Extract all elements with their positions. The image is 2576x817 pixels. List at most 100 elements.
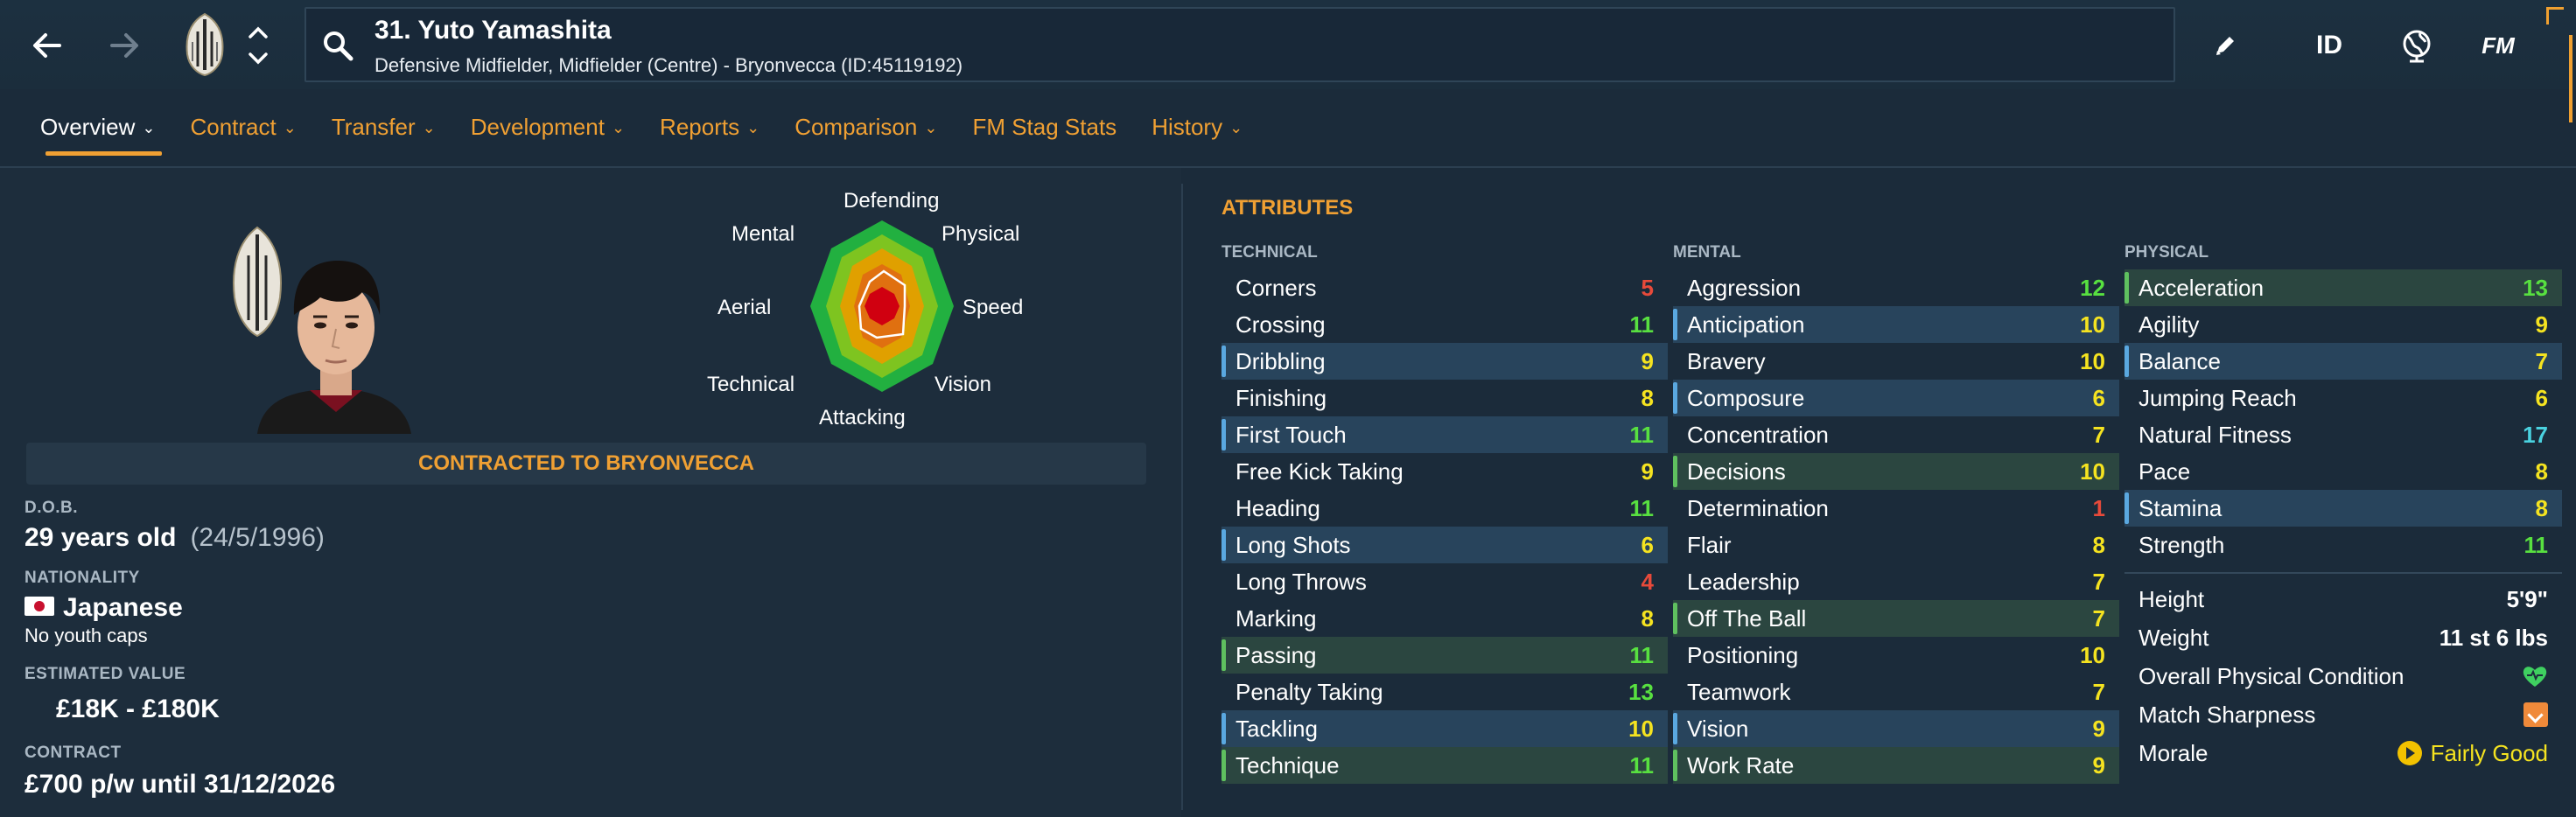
attribute-row[interactable]: Long Shots 6 [1222, 527, 1668, 563]
attribute-row[interactable]: Composure 6 [1673, 380, 2119, 416]
attribute-row[interactable]: Jumping Reach 6 [2124, 380, 2562, 416]
attribute-name: Anticipation [1687, 311, 1805, 338]
attribute-name: Work Rate [1687, 751, 1795, 779]
physical-attributes: Acceleration 13 Agility 9 Balance 7 Jumping Re… [2124, 269, 2562, 563]
attribute-value: 6 [2535, 384, 2548, 411]
attribute-row[interactable]: Leadership 7 [1673, 563, 2119, 600]
attribute-name: Determination [1687, 494, 1829, 521]
attribute-row[interactable]: Finishing 8 [1222, 380, 1668, 416]
attribute-row[interactable]: Anticipation 10 [1673, 306, 2119, 343]
attribute-row[interactable]: Free Kick Taking 9 [1222, 453, 1668, 490]
attribute-value: 4 [1641, 568, 1654, 595]
nationality-value[interactable]: Japanese [24, 593, 183, 623]
attribute-row[interactable]: Off The Ball 7 [1673, 600, 2119, 637]
heart-icon [2522, 664, 2548, 688]
player-subtitle: Defensive Midfielder, Midfielder (Centre… [374, 54, 963, 76]
height-row: Height 5'9" [2124, 581, 2562, 618]
tab-transfer[interactable]: Transfer ⌄ [314, 105, 453, 152]
attribute-row[interactable]: Determination 1 [1673, 490, 2119, 527]
attribute-name: Long Shots [1236, 531, 1351, 558]
weight-row: Weight 11 st 6 lbs [2124, 619, 2562, 656]
radar-label-mental: Mental [732, 222, 795, 246]
attribute-value: 5 [1641, 274, 1654, 301]
edit-icon[interactable] [2207, 23, 2244, 68]
attribute-name: Concentration [1687, 421, 1829, 448]
attribute-row[interactable]: Natural Fitness 17 [2124, 416, 2562, 453]
attribute-row[interactable]: Strength 11 [2124, 527, 2562, 563]
attribute-row[interactable]: Dribbling 9 [1222, 343, 1668, 380]
attribute-value: 9 [2092, 751, 2105, 779]
attribute-row[interactable]: Balance 7 [2124, 343, 2562, 380]
attribute-value: 11 [1629, 751, 1655, 779]
attribute-row[interactable]: Corners 5 [1222, 269, 1668, 306]
attribute-row[interactable]: Positioning 10 [1673, 637, 2119, 674]
attribute-row[interactable]: Heading 11 [1222, 490, 1668, 527]
attribute-row[interactable]: Tackling 10 [1222, 710, 1668, 747]
height-value: 5'9" [2506, 585, 2548, 612]
tab-comparison[interactable]: Comparison ⌄ [777, 105, 955, 152]
age-text: 29 years old [24, 523, 177, 552]
attribute-name: Dribbling [1236, 347, 1326, 374]
attribute-name: Vision [1687, 715, 1749, 742]
attribute-row[interactable]: Vision 9 [1673, 710, 2119, 747]
attribute-row[interactable]: Bravery 10 [1673, 343, 2119, 380]
radar-label-vision: Vision [934, 373, 991, 396]
attribute-row[interactable]: Marking 8 [1222, 600, 1668, 637]
forward-arrow-icon[interactable] [96, 19, 152, 72]
tab-history[interactable]: History ⌄ [1134, 105, 1260, 152]
club-crest-icon[interactable] [180, 12, 229, 77]
search-icon[interactable] [320, 28, 355, 63]
radar-label-speed: Speed [962, 296, 1024, 319]
attribute-radar: Defending Physical Speed Vision Attackin… [690, 184, 1057, 437]
globe-icon[interactable] [2394, 23, 2440, 68]
attribute-row[interactable]: Work Rate 9 [1673, 747, 2119, 784]
attribute-name: Acceleration [2138, 274, 2264, 301]
attribute-value: 10 [2080, 641, 2105, 668]
attribute-name: Flair [1687, 531, 1732, 558]
chevron-down-icon: ⌄ [1229, 119, 1243, 136]
player-search-box[interactable]: 31. Yuto Yamashita Defensive Midfielder,… [304, 7, 2175, 82]
attribute-row[interactable]: Long Throws 4 [1222, 563, 1668, 600]
attribute-row[interactable]: Passing 11 [1222, 637, 1668, 674]
attribute-row[interactable]: Aggression 12 [1673, 269, 2119, 306]
tab-development[interactable]: Development ⌄ [453, 105, 642, 152]
attribute-value: 9 [2535, 311, 2548, 338]
attribute-row[interactable]: Penalty Taking 13 [1222, 674, 1668, 710]
sharpness-row: Match Sharpness [2124, 696, 2562, 733]
sharpness-icon [2524, 702, 2548, 727]
attribute-row[interactable]: First Touch 11 [1222, 416, 1668, 453]
attribute-value: 7 [2535, 347, 2548, 374]
attribute-row[interactable]: Concentration 7 [1673, 416, 2119, 453]
tab-contract[interactable]: Contract ⌄ [172, 105, 313, 152]
tab-reports[interactable]: Reports ⌄ [642, 105, 777, 152]
tab-fm-stag-stats[interactable]: FM Stag Stats [955, 105, 1134, 152]
attribute-name: Positioning [1687, 641, 1799, 668]
weight-label: Weight [2138, 624, 2209, 651]
attribute-row[interactable]: Technique 11 [1222, 747, 1668, 784]
attribute-row[interactable]: Crossing 11 [1222, 306, 1668, 343]
attribute-name: Stamina [2138, 494, 2222, 521]
technical-header: TECHNICAL [1222, 243, 1318, 262]
attribute-row[interactable]: Teamwork 7 [1673, 674, 2119, 710]
fm-button[interactable]: FM [2468, 23, 2529, 68]
morale-icon [2397, 741, 2422, 765]
attribute-name: Balance [2138, 347, 2221, 374]
attribute-value: 7 [2092, 568, 2105, 595]
attribute-row[interactable]: Pace 8 [2124, 453, 2562, 490]
tab-overview[interactable]: Overview ⌄ [23, 105, 172, 156]
attribute-row[interactable]: Decisions 10 [1673, 453, 2119, 490]
attributes-title: ATTRIBUTES [1222, 196, 1354, 220]
attribute-name: Composure [1687, 384, 1805, 411]
id-button[interactable]: ID [2301, 23, 2357, 68]
dob-value: 29 years old (24/5/1996) [24, 523, 325, 553]
attribute-row[interactable]: Flair 8 [1673, 527, 2119, 563]
attribute-name: Teamwork [1687, 678, 1791, 705]
attribute-name: Passing [1236, 641, 1317, 668]
attribute-row[interactable]: Stamina 8 [2124, 490, 2562, 527]
attribute-row[interactable]: Agility 9 [2124, 306, 2562, 343]
chevron-up-down-icon[interactable] [243, 21, 273, 70]
radar-label-attacking: Attacking [819, 406, 906, 429]
attribute-row[interactable]: Acceleration 13 [2124, 269, 2562, 306]
chevron-down-icon: ⌄ [283, 119, 297, 136]
back-arrow-icon[interactable] [19, 19, 75, 72]
